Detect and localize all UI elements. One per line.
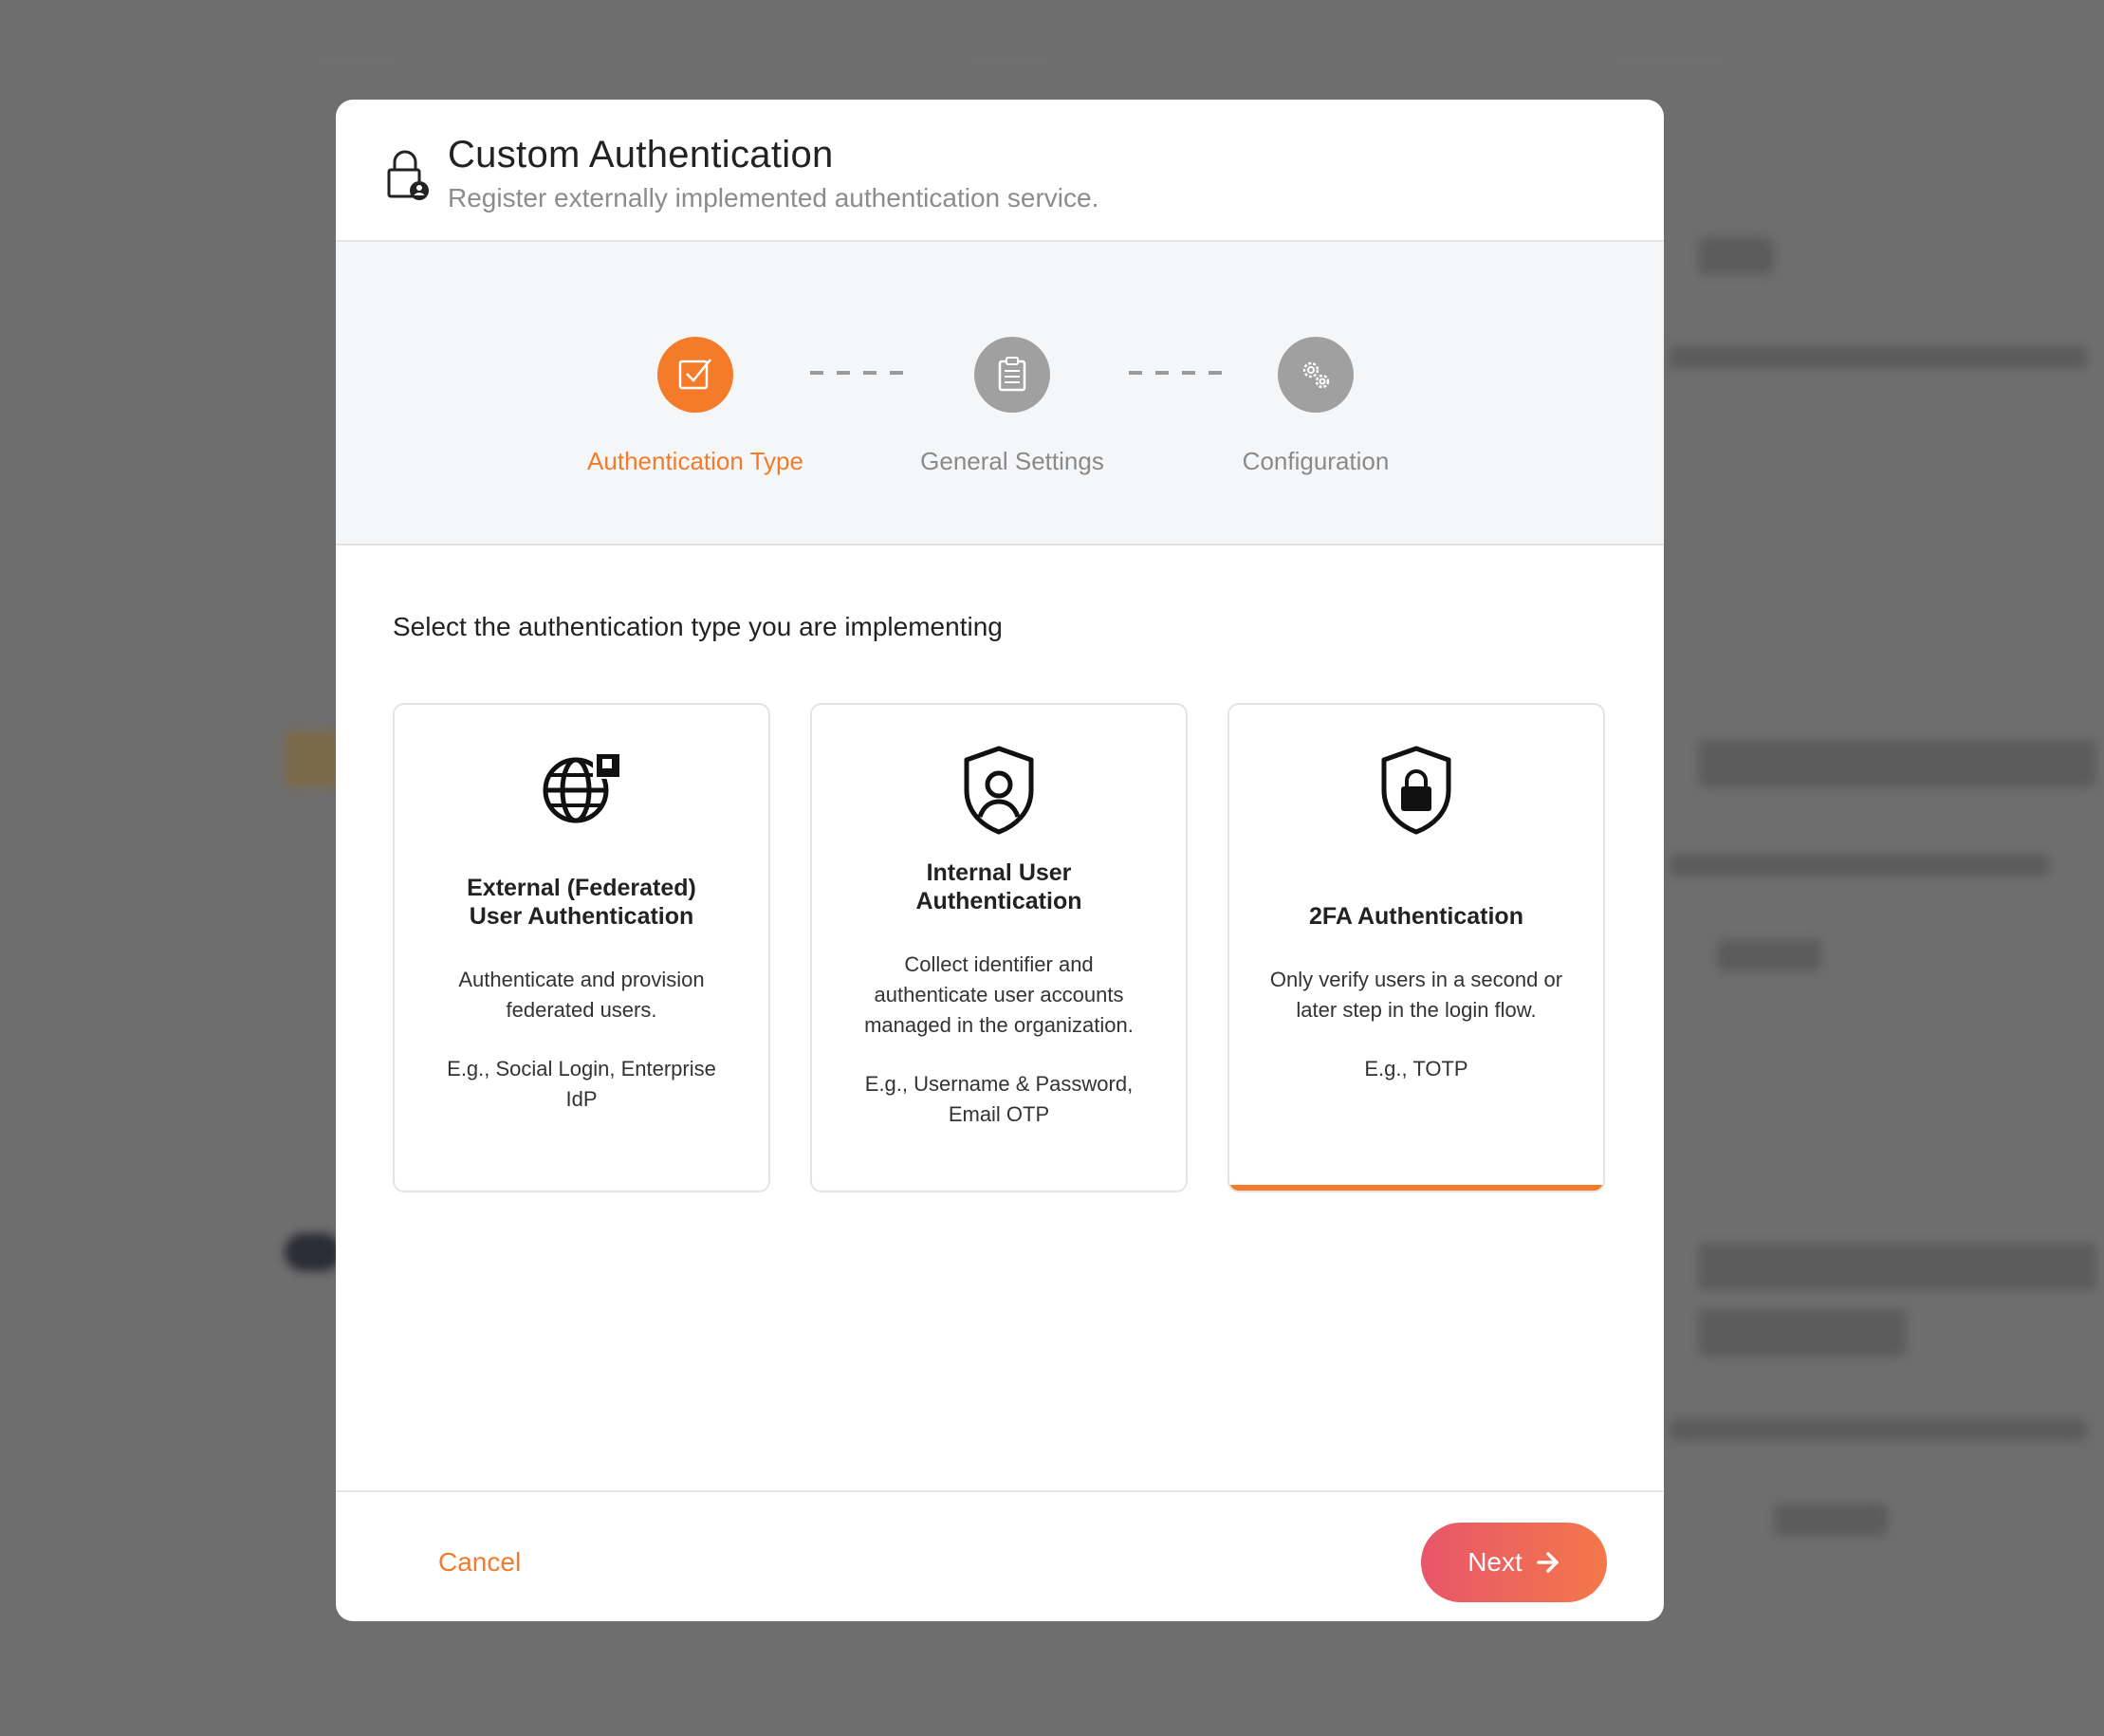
card-title: Internal User bbox=[926, 859, 1072, 886]
bg-block bbox=[1698, 1309, 1907, 1357]
custom-authentication-modal: Custom Authentication Register externall… bbox=[336, 100, 1664, 1621]
card-description: managed in the organization. bbox=[864, 1013, 1134, 1037]
modal-subtitle: Register externally implemented authenti… bbox=[448, 183, 1099, 212]
bg-line bbox=[968, 59, 1053, 62]
card-example: IdP bbox=[565, 1087, 598, 1111]
shield-user-icon bbox=[964, 746, 1034, 835]
step-2-indicator bbox=[974, 337, 1050, 413]
card-description: Authenticate and provision bbox=[458, 968, 705, 991]
modal-header: Custom Authentication Register externall… bbox=[336, 100, 1664, 242]
cancel-button[interactable]: Cancel bbox=[438, 1547, 521, 1578]
shield-lock-icon bbox=[1381, 746, 1451, 835]
card-description: authenticate user accounts bbox=[874, 983, 1124, 1007]
checkbox-icon bbox=[678, 359, 711, 390]
step-2-label: General Settings bbox=[920, 447, 1104, 475]
next-button-label: Next bbox=[1467, 1547, 1523, 1577]
gears-icon bbox=[1302, 361, 1330, 389]
clipboard-icon bbox=[998, 357, 1026, 392]
bg-block bbox=[1670, 854, 2049, 877]
globe-icon bbox=[543, 750, 621, 823]
card-title: 2FA Authentication bbox=[1309, 903, 1523, 930]
card-example: E.g., TOTP bbox=[1364, 1057, 1468, 1080]
card-description: federated users. bbox=[506, 998, 657, 1022]
bg-block bbox=[1774, 1504, 1888, 1536]
card-example: E.g., Username & Password, bbox=[864, 1072, 1134, 1096]
bg-block bbox=[1717, 939, 1821, 971]
card-example: E.g., Social Login, Enterprise bbox=[447, 1057, 716, 1080]
step-3-label: Configuration bbox=[1242, 447, 1390, 475]
modal-title: Custom Authentication bbox=[448, 134, 834, 175]
bg-block bbox=[1670, 346, 2087, 369]
bg-block bbox=[1698, 740, 2096, 787]
modal-footer: Cancel Next bbox=[336, 1490, 1664, 1621]
bg-block bbox=[285, 730, 341, 787]
bg-block bbox=[1670, 1418, 2087, 1441]
bg-line bbox=[1613, 59, 1726, 62]
wizard-stepper: Authentication Type General Settings Con… bbox=[336, 242, 1664, 545]
next-button[interactable]: Next bbox=[1421, 1523, 1607, 1602]
step-3-indicator bbox=[1278, 337, 1354, 413]
card-2fa-authentication[interactable]: 2FA Authentication Only verify users in … bbox=[1227, 703, 1605, 1192]
card-title: User Authentication bbox=[469, 903, 694, 930]
lock-user-icon bbox=[387, 150, 429, 200]
bg-line bbox=[313, 59, 398, 62]
card-description: Collect identifier and bbox=[904, 952, 1094, 976]
card-external-federated[interactable]: External (Federated) User Authentication… bbox=[393, 703, 770, 1192]
arrow-right-icon bbox=[1537, 1552, 1559, 1573]
step-1-indicator bbox=[657, 337, 733, 413]
bg-block bbox=[1698, 237, 1774, 275]
selection-prompt: Select the authentication type you are i… bbox=[393, 612, 1003, 641]
bg-block bbox=[1698, 1243, 2096, 1290]
card-description: later step in the login flow. bbox=[1296, 998, 1537, 1022]
bg-block bbox=[285, 1233, 341, 1271]
card-internal-user[interactable]: Internal User Authentication Collect ide… bbox=[810, 703, 1188, 1192]
step-1-label: Authentication Type bbox=[587, 447, 803, 475]
step-connector bbox=[810, 371, 905, 375]
card-example: Email OTP bbox=[948, 1102, 1050, 1126]
card-description: Only verify users in a second or bbox=[1269, 968, 1563, 991]
step-connector bbox=[1129, 371, 1224, 375]
card-title: Authentication bbox=[915, 888, 1082, 914]
card-title: External (Federated) bbox=[467, 875, 696, 901]
